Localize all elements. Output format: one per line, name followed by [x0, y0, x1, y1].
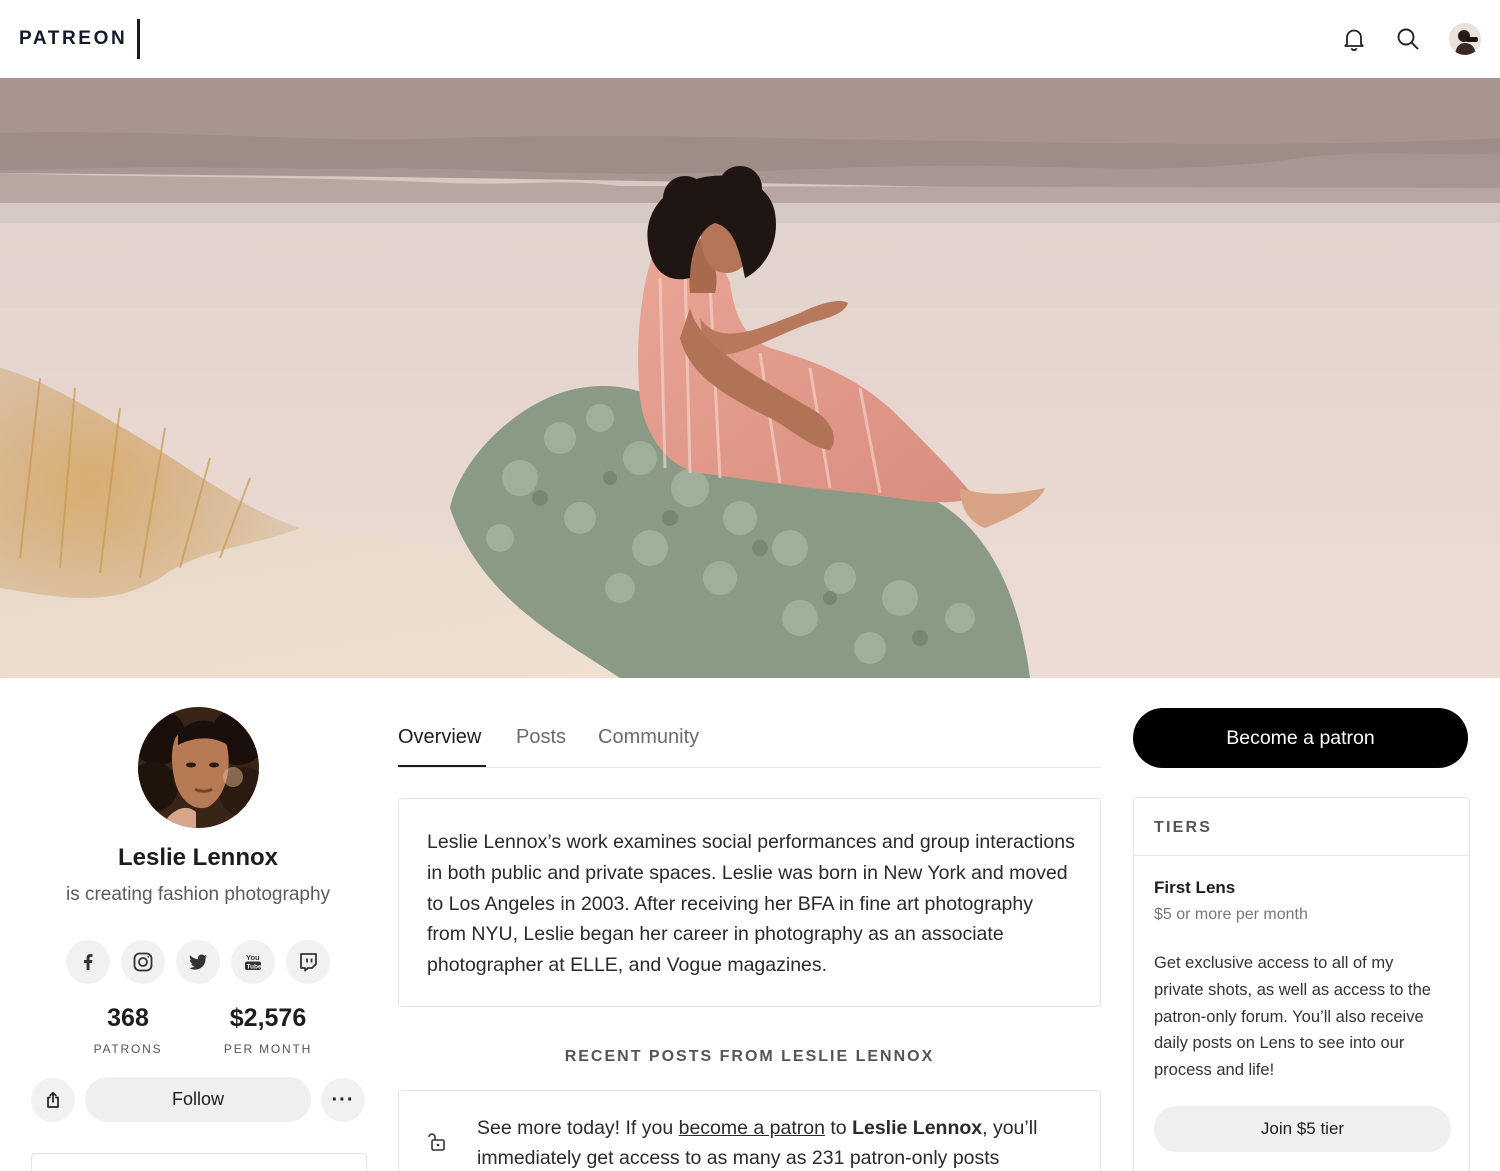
- twitch-icon[interactable]: [286, 940, 330, 984]
- instagram-icon[interactable]: [121, 940, 165, 984]
- patrons-stat: 368 PATRONS: [78, 1004, 178, 1056]
- profile-tabs: Overview Posts Community: [398, 722, 1101, 768]
- tiers-card: TIERS First Lens $5 or more per month Ge…: [1133, 797, 1470, 1171]
- creator-tagline: is creating fashion photography: [65, 884, 331, 905]
- bell-icon[interactable]: [1341, 26, 1367, 52]
- income-label: PER MONTH: [223, 1042, 313, 1056]
- svg-text:You: You: [246, 953, 260, 962]
- tier-price: $5 or more per month: [1154, 906, 1308, 923]
- join-tier-button[interactable]: Join $5 tier: [1154, 1106, 1451, 1152]
- recent-posts-heading: RECENT POSTS FROM LESLIE LENNOX: [564, 1048, 935, 1065]
- social-links: You Tube: [66, 940, 330, 984]
- tab-community[interactable]: Community: [598, 726, 699, 749]
- tab-overview[interactable]: Overview: [398, 726, 481, 749]
- patreon-logo[interactable]: PATREON: [19, 18, 141, 60]
- cover-banner-image: [0, 78, 1500, 678]
- tiers-header: TIERS: [1134, 798, 1469, 856]
- income-amount: $2,576: [229, 1004, 307, 1032]
- about-card: Leslie Lennox’s work examines social per…: [398, 798, 1101, 1007]
- patrons-count: 368: [107, 1004, 149, 1032]
- locked-message-prefix: See more today! If you: [477, 1117, 679, 1139]
- logo-text: PATREON: [19, 28, 128, 49]
- active-tab-indicator: [398, 765, 486, 767]
- facebook-icon[interactable]: [66, 940, 110, 984]
- become-patron-button[interactable]: Become a patron: [1133, 708, 1468, 768]
- locked-message-creator-name: Leslie Lennox: [852, 1117, 983, 1139]
- left-info-card: [31, 1153, 367, 1171]
- user-avatar[interactable]: [1449, 23, 1481, 55]
- locked-posts-card: See more today! If you become a patron t…: [398, 1090, 1101, 1171]
- become-patron-link[interactable]: become a patron: [679, 1117, 825, 1139]
- locked-message-mid: to: [824, 1117, 853, 1139]
- creator-name: Leslie Lennox: [117, 844, 279, 871]
- share-icon: [47, 1091, 59, 1108]
- twitter-icon[interactable]: [176, 940, 220, 984]
- patrons-label: PATRONS: [93, 1042, 163, 1056]
- unlock-icon: [427, 1131, 449, 1153]
- tab-posts[interactable]: Posts: [516, 726, 566, 749]
- tiers-heading: TIERS: [1154, 819, 1213, 836]
- svg-text:Tube: Tube: [247, 964, 262, 971]
- logo-divider: [137, 19, 141, 59]
- youtube-icon[interactable]: You Tube: [231, 940, 275, 984]
- top-navigation-bar: PATREON: [0, 0, 1500, 78]
- income-stat: $2,576 PER MONTH: [208, 1004, 328, 1056]
- about-text: Leslie Lennox’s work examines social per…: [427, 831, 1075, 977]
- more-options-button[interactable]: ···: [321, 1078, 365, 1122]
- locked-posts-message: See more today! If you become a patron t…: [477, 1113, 1077, 1171]
- search-icon[interactable]: [1395, 26, 1421, 52]
- tier-name: First Lens: [1154, 878, 1236, 897]
- creator-avatar: [138, 707, 259, 828]
- share-button[interactable]: [31, 1078, 75, 1122]
- tier-description: Get exclusive access to all of my privat…: [1154, 954, 1431, 1080]
- follow-button[interactable]: Follow: [85, 1077, 311, 1122]
